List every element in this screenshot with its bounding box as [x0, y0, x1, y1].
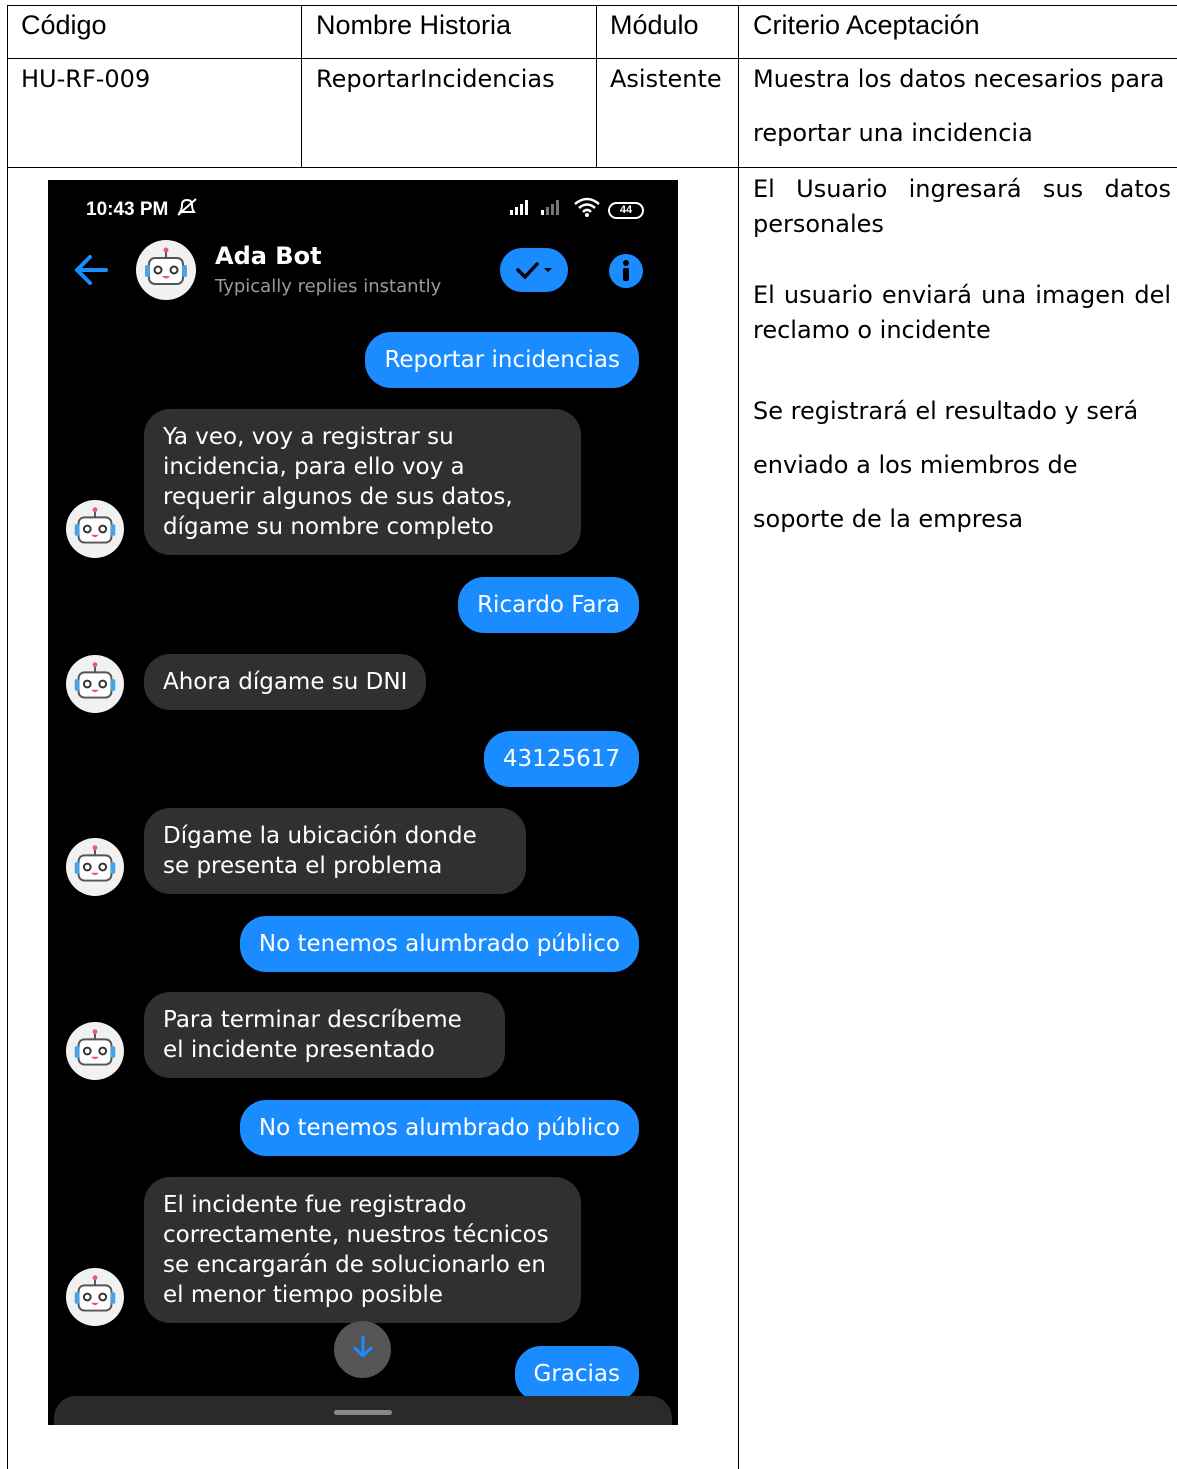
header-module: Módulo: [610, 10, 699, 40]
message-bot-2: Ahora dígame su DNI: [144, 654, 427, 710]
criterion-1-line-1: El Usuario ingresará sus datos: [753, 175, 1171, 203]
message-user-2: Ricardo Fara: [458, 577, 639, 633]
bot-avatar-icon: [66, 1022, 124, 1080]
row-module: Asistente: [610, 65, 722, 93]
table-row-divider-2: [7, 167, 1177, 168]
status-bar: 10:43 PM 44: [86, 197, 644, 223]
criterion-2-line-2: reclamo o incidente: [753, 316, 991, 344]
bot-avatar-icon[interactable]: [136, 240, 196, 300]
message-user-5: No tenemos alumbrado público: [239, 1100, 639, 1156]
drag-handle[interactable]: [334, 1410, 392, 1415]
table-col-divider-2: [596, 5, 597, 168]
bot-subtitle: Typically replies instantly: [215, 276, 442, 297]
table-row-divider-1: [7, 58, 1177, 59]
message-bot-4: Para terminar descríbeme el incidente pr…: [144, 992, 505, 1078]
criterion-3-line-3: soporte de la empresa: [753, 505, 1024, 533]
info-icon[interactable]: [608, 253, 644, 289]
chat-screenshot: 10:43 PM 44 Ada Bot Typically replies in…: [48, 180, 678, 1425]
header-acceptance: Criterio Aceptación: [753, 10, 980, 40]
bot-avatar-icon: [66, 500, 124, 558]
chat-header: Ada Bot Typically replies instantly: [70, 238, 650, 302]
message-user-3: 43125617: [483, 731, 639, 787]
message-user-6: Gracias: [514, 1346, 639, 1402]
header-code: Código: [21, 10, 107, 40]
mute-icon: [176, 197, 198, 223]
message-bot-3: Dígame la ubicación donde se presenta el…: [144, 808, 526, 894]
status-time: 10:43 PM: [86, 199, 169, 220]
bot-avatar-icon: [66, 838, 124, 896]
battery-indicator: 44: [608, 201, 644, 219]
row-acceptance-line-1: Muestra los datos necesarios para: [753, 65, 1165, 93]
scroll-down-arrow-icon: [351, 1334, 375, 1365]
scroll-down-button[interactable]: [334, 1321, 391, 1378]
criterion-3: Se registrará el resultado y será enviad…: [753, 384, 1171, 546]
message-bot-5: El incidente fue registrado correctament…: [144, 1177, 581, 1323]
criterion-2-line-1: El usuario enviará una imagen del: [753, 281, 1171, 309]
table-col-divider-3: [738, 5, 739, 1469]
table-border-top: [7, 5, 1177, 6]
wifi-icon: [574, 197, 600, 223]
bot-avatar-icon: [66, 1268, 124, 1326]
header-story-name: Nombre Historia: [316, 10, 512, 40]
criterion-3-line-1: Se registrará el resultado y será: [753, 397, 1139, 425]
criterion-2: El usuario enviará una imagen del reclam…: [753, 278, 1171, 348]
bot-avatar-icon: [66, 655, 124, 713]
table-border-left: [7, 5, 8, 1469]
signal-icon: [510, 198, 566, 222]
message-user-1: Reportar incidencias: [365, 332, 639, 388]
criterion-1: El Usuario ingresará sus datos personale…: [753, 172, 1171, 242]
criterion-3-line-2: enviado a los miembros de: [753, 451, 1078, 479]
back-arrow-icon[interactable]: [70, 250, 114, 290]
checkmark-icon[interactable]: [500, 248, 568, 292]
criterion-1-line-2: personales: [753, 210, 884, 238]
row-code: HU-RF-009: [21, 65, 151, 93]
message-bot-1: Ya veo, voy a registrar su incidencia, p…: [144, 409, 581, 555]
row-story-name: ReportarIncidencias: [316, 65, 555, 93]
bot-name: Ada Bot: [215, 242, 322, 270]
message-user-4: No tenemos alumbrado público: [239, 916, 639, 972]
row-acceptance-line-2: reportar una incidencia: [753, 119, 1033, 147]
table-col-divider-1: [301, 5, 302, 168]
